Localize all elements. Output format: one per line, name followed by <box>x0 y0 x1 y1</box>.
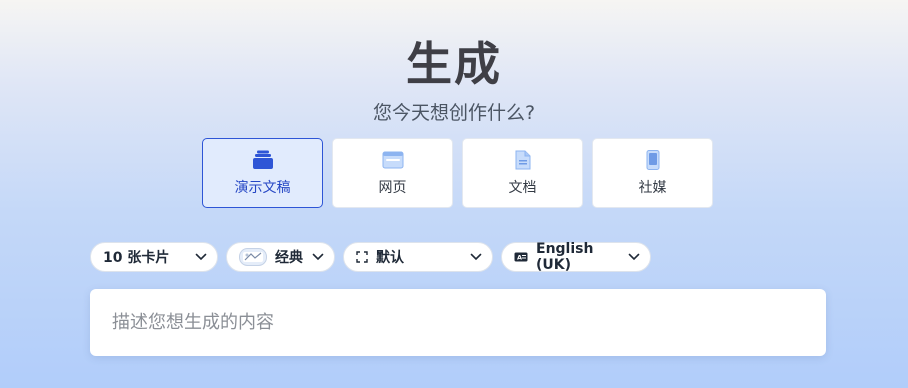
page-size-value: 默认 <box>376 250 404 266</box>
language-translate-icon: A <box>514 252 528 262</box>
generate-page: 生成 您今天想创作什么? 演示文稿 网页 文档 社媒 10 张卡片 经典 默认 … <box>0 0 908 388</box>
type-card-label: 演示文稿 <box>234 180 291 196</box>
theme-thumbnail-icon <box>239 248 267 266</box>
theme-value: 经典 <box>275 250 303 266</box>
theme-select[interactable]: 经典 <box>226 242 335 272</box>
page-subtitle: 您今天想创作什么? <box>372 102 536 124</box>
webpage-icon <box>382 149 404 171</box>
type-card-label: 社媒 <box>638 180 667 196</box>
type-card-label: 网页 <box>378 180 407 196</box>
document-icon <box>514 149 532 171</box>
chevron-down-icon <box>195 253 207 261</box>
presentation-stack-icon <box>252 149 274 171</box>
chevron-down-icon <box>628 253 640 261</box>
card-count-value: 10 张卡片 <box>103 250 170 266</box>
prompt-input[interactable] <box>110 311 806 334</box>
card-count-select[interactable]: 10 张卡片 <box>90 242 218 272</box>
language-value: English (UK) <box>536 241 594 273</box>
chevron-down-icon <box>470 253 482 261</box>
page-title: 生成 <box>406 37 502 91</box>
type-card-document[interactable]: 文档 <box>462 138 583 208</box>
type-card-label: 文档 <box>508 180 537 196</box>
prompt-box <box>90 289 826 356</box>
content-type-selector: 演示文稿 网页 文档 社媒 <box>202 138 713 208</box>
mobile-phone-icon <box>645 149 661 171</box>
type-card-presentation[interactable]: 演示文稿 <box>202 138 323 208</box>
page-size-select[interactable]: 默认 <box>343 242 493 272</box>
fullscreen-frame-icon <box>356 251 368 263</box>
svg-text:A: A <box>517 254 522 262</box>
language-select[interactable]: A English (UK) <box>501 241 651 273</box>
chevron-down-icon <box>312 253 324 261</box>
type-card-social[interactable]: 社媒 <box>592 138 713 208</box>
type-card-webpage[interactable]: 网页 <box>332 138 453 208</box>
